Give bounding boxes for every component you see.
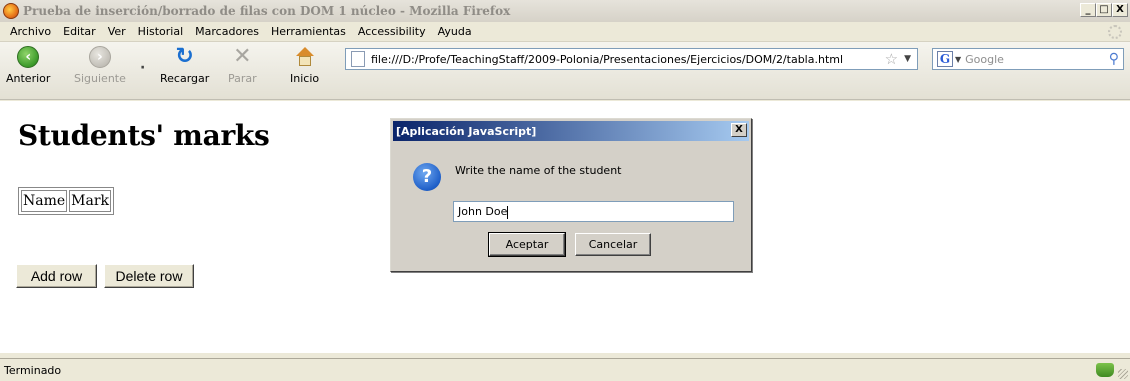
page-heading: Students' marks <box>18 119 270 152</box>
search-placeholder[interactable]: Google <box>965 53 1109 66</box>
menu-historial[interactable]: Historial <box>132 25 189 38</box>
status-bar: Terminado <box>0 358 1130 381</box>
reload-label: Recargar <box>160 72 210 85</box>
header-name: Name <box>21 190 68 212</box>
engine-dropdown-icon[interactable]: ▼ <box>955 55 961 64</box>
forward-label: Siguiente <box>74 72 126 85</box>
text-caret <box>507 205 509 219</box>
dialog-close-button[interactable]: X <box>731 123 747 137</box>
stop-button[interactable]: ✕ Parar <box>228 44 257 86</box>
window-title: Prueba de inserción/borrado de filas con… <box>23 4 511 18</box>
student-name-value: John Doe <box>458 205 508 218</box>
search-icon[interactable]: ⚲ <box>1109 51 1119 67</box>
addon-status-icon[interactable] <box>1096 363 1114 377</box>
url-text[interactable]: file:///D:/Profe/TeachingStaff/2009-Polo… <box>371 53 885 66</box>
window-titlebar: Prueba de inserción/borrado de filas con… <box>0 0 1130 22</box>
forward-button[interactable]: › Siguiente <box>74 46 126 85</box>
reload-button[interactable]: ↻ Recargar <box>160 44 210 86</box>
firefox-icon <box>3 3 19 19</box>
stop-label: Parar <box>228 72 257 85</box>
home-icon <box>294 46 316 68</box>
google-engine-icon[interactable]: G <box>937 51 953 67</box>
bookmark-star-icon[interactable]: ☆ <box>885 50 898 68</box>
menu-editar[interactable]: Editar <box>57 25 102 38</box>
dialog-title: [Aplicación JavaScript] <box>396 124 537 138</box>
page-icon <box>351 51 365 67</box>
window-controls: _ □ X <box>1080 3 1128 17</box>
ok-button[interactable]: Aceptar <box>488 232 566 257</box>
status-text: Terminado <box>4 363 62 377</box>
url-dropdown-icon[interactable]: ▼ <box>904 54 911 64</box>
navigation-toolbar: ‹ Anterior › Siguiente · ↻ Recargar ✕ Pa… <box>0 42 1130 100</box>
cancel-button[interactable]: Cancelar <box>575 233 651 256</box>
dialog-message: Write the name of the student <box>455 164 622 177</box>
prompt-dialog: [Aplicación JavaScript] X ? Write the na… <box>390 118 752 272</box>
home-button[interactable]: Inicio <box>290 46 319 85</box>
menu-accessibility[interactable]: Accessibility <box>352 25 432 38</box>
reload-icon: ↻ <box>175 44 194 69</box>
forward-arrow-icon: › <box>88 46 111 68</box>
back-button[interactable]: ‹ Anterior <box>6 46 50 85</box>
history-dropdown-icon[interactable]: · <box>140 60 145 76</box>
back-arrow-icon: ‹ <box>17 46 40 68</box>
question-icon: ? <box>413 163 441 191</box>
menu-ayuda[interactable]: Ayuda <box>432 25 478 38</box>
minimize-button[interactable]: _ <box>1080 3 1096 17</box>
menu-marcadores[interactable]: Marcadores <box>189 25 265 38</box>
header-mark: Mark <box>69 190 112 212</box>
menu-ver[interactable]: Ver <box>102 25 132 38</box>
back-label: Anterior <box>6 72 51 85</box>
add-row-button[interactable]: Add row <box>16 264 97 288</box>
search-bar[interactable]: G ▼ Google ⚲ <box>932 48 1124 70</box>
address-bar[interactable]: file:///D:/Profe/TeachingStaff/2009-Polo… <box>345 48 918 70</box>
student-name-input[interactable]: John Doe <box>453 201 734 222</box>
delete-row-button[interactable]: Delete row <box>104 264 194 288</box>
menu-archivo[interactable]: Archivo <box>4 25 57 38</box>
menu-herramientas[interactable]: Herramientas <box>265 25 352 38</box>
table-header-row: Name Mark <box>21 190 112 212</box>
resize-grip[interactable] <box>1118 369 1128 379</box>
stop-icon: ✕ <box>233 44 252 69</box>
marks-table: Name Mark <box>18 187 115 215</box>
dialog-titlebar: [Aplicación JavaScript] X <box>393 121 749 141</box>
menu-bar: Archivo Editar Ver Historial Marcadores … <box>0 22 1130 42</box>
maximize-button[interactable]: □ <box>1096 3 1112 17</box>
close-button[interactable]: X <box>1112 3 1128 17</box>
throbber-icon <box>1108 25 1122 39</box>
home-label: Inicio <box>290 72 320 85</box>
